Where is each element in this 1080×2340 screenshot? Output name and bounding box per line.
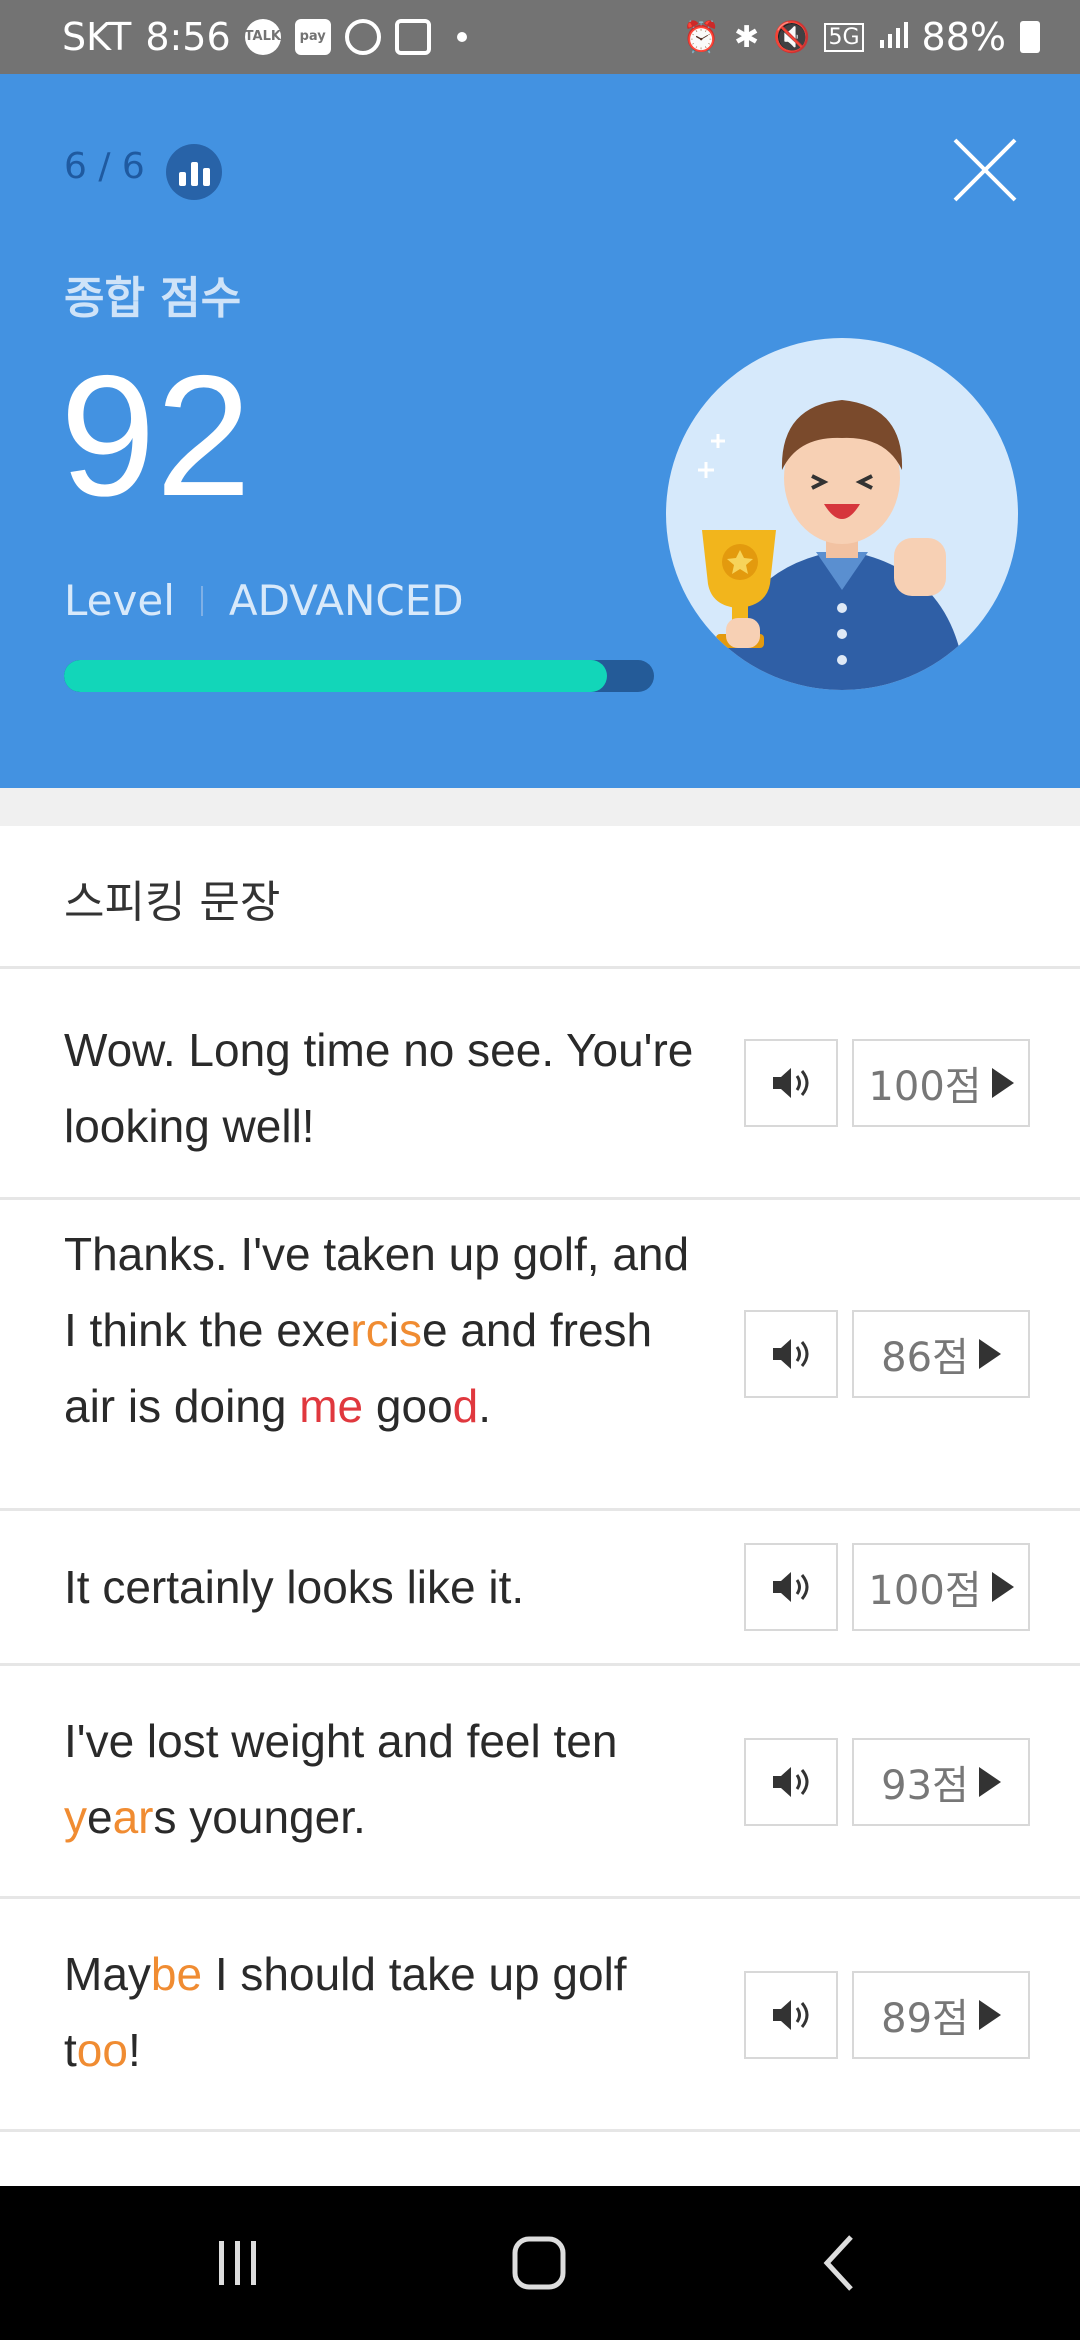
sentence-score-button[interactable]: 100점 [852, 1543, 1030, 1631]
home-icon [512, 2236, 566, 2290]
play-audio-button[interactable] [744, 1310, 838, 1398]
battery-icon [1020, 21, 1040, 53]
mute-icon: 🔇 [773, 19, 811, 55]
level-row: Level ADVANCED [64, 576, 464, 625]
play-audio-button[interactable] [744, 1543, 838, 1631]
sentence-score: 93점 [881, 1763, 969, 1809]
sentence-score-button[interactable]: 86점 [852, 1310, 1030, 1398]
sentence-score-button[interactable]: 100점 [852, 1039, 1030, 1127]
gallery-icon [394, 19, 431, 55]
sentence-score: 86점 [881, 1335, 969, 1381]
sentence-text: Wow. Long time no see. You're looking we… [64, 1024, 694, 1152]
play-icon [978, 1767, 1001, 1797]
sentence-row: Thanks. I've taken up golf, and I think … [0, 1200, 1080, 1508]
score-label: 종합 점수 [64, 273, 242, 324]
speaker-icon [773, 1068, 809, 1098]
sentence-text: Maybe I should take up golf too! [64, 1948, 627, 2076]
sentence-score: 100점 [868, 1568, 982, 1614]
play-icon [978, 1339, 1001, 1369]
speaker-icon [773, 1572, 809, 1602]
back-button[interactable] [796, 2218, 886, 2308]
play-audio-button[interactable] [744, 1738, 838, 1826]
clock: 8:56 [145, 15, 231, 59]
threads-icon [344, 19, 381, 55]
home-button[interactable] [494, 2218, 584, 2308]
play-audio-button[interactable] [744, 1039, 838, 1127]
play-audio-button[interactable] [744, 1971, 838, 2059]
signal-icon [878, 15, 908, 59]
bluetooth-icon: ✱ [733, 19, 760, 55]
level-progress-bar [64, 660, 654, 692]
back-icon [823, 2235, 853, 2291]
recents-icon [219, 2241, 256, 2285]
speaker-icon [773, 2000, 809, 2030]
status-bar: SKT 8:56 TALK pay ⏰ ✱ 🔇 5G 88% [0, 0, 1080, 74]
level-divider [200, 585, 203, 616]
sentence-row: It certainly looks like it. 100점 [0, 1511, 1080, 1663]
close-button[interactable] [945, 130, 1025, 210]
sentence-score: 100점 [868, 1064, 982, 1110]
sentence-row: I've lost weight and feel ten years youn… [0, 1666, 1080, 1896]
progress-counter: 6 / 6 [64, 146, 145, 187]
play-icon [991, 1572, 1014, 1602]
5g-icon: 5G [824, 22, 864, 52]
pay-icon: pay [294, 19, 331, 55]
play-icon [991, 1068, 1014, 1098]
system-nav-bar [0, 2186, 1080, 2340]
stats-icon[interactable] [166, 144, 222, 200]
carrier: SKT [62, 15, 132, 59]
speaker-icon [773, 1339, 809, 1369]
talk-icon: TALK [244, 19, 281, 55]
sentence-row: Maybe I should take up golf too! 89점 [0, 1899, 1080, 2129]
dot-icon [456, 32, 467, 42]
speaker-icon [773, 1767, 809, 1797]
total-score: 92 [60, 340, 252, 532]
sentence-score-button[interactable]: 89점 [852, 1971, 1030, 2059]
level-value: ADVANCED [228, 576, 464, 625]
alarm-icon: ⏰ [682, 19, 720, 55]
play-icon [978, 2000, 1001, 2030]
divider [0, 2129, 1080, 2132]
sentence-text: Thanks. I've taken up golf, and I think … [64, 1228, 690, 1432]
sentence-text: I've lost weight and feel ten years youn… [64, 1715, 618, 1843]
level-progress-fill [64, 660, 607, 692]
sentence-text: It certainly looks like it. [64, 1561, 525, 1613]
section-title: 스피킹 문장 [64, 877, 281, 928]
sentence-score: 89점 [881, 1996, 969, 2042]
recents-button[interactable] [192, 2218, 282, 2308]
battery-level: 88% [921, 15, 1006, 59]
close-icon [953, 138, 1017, 202]
section-gap [0, 788, 1080, 826]
sentence-score-button[interactable]: 93점 [852, 1738, 1030, 1826]
level-label: Level [64, 576, 175, 625]
sentence-row: Wow. Long time no see. You're looking we… [0, 969, 1080, 1197]
trophy-avatar-illustration [666, 338, 1018, 690]
